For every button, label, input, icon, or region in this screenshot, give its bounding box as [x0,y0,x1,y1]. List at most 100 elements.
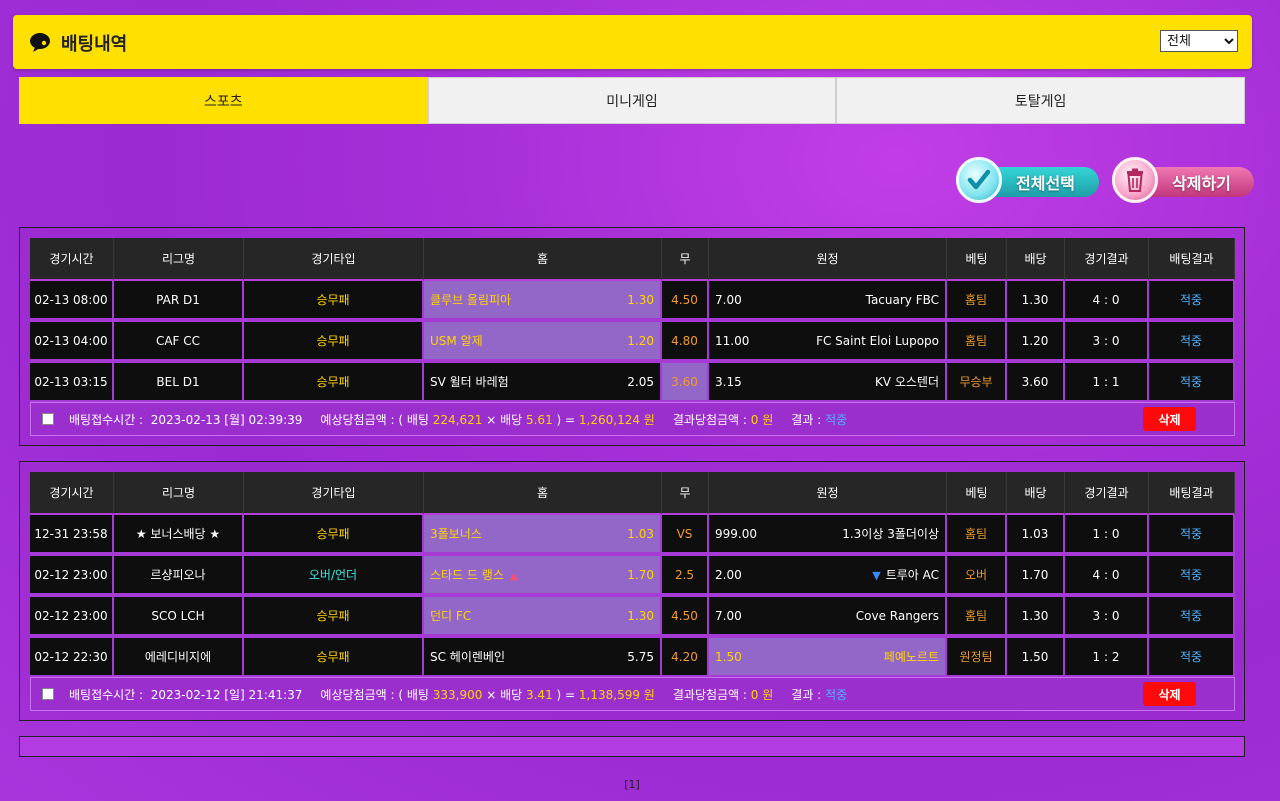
bet-checkbox[interactable] [42,688,54,700]
cell-result: 적중 [1149,515,1235,556]
page-link-1[interactable]: [1] [624,778,640,791]
cell-odds: 1.30 [1007,281,1065,322]
cell-pick: 원정팀 [947,638,1007,679]
home-team: 던디 FC [430,609,472,623]
away-team: 페예노르트 [883,650,939,664]
away-team: Tacuary FBC [865,292,939,307]
cell-draw: 2.5 [662,556,709,597]
cell-type: 승무패 [244,597,424,638]
away-team: FC Saint Eloi Lupopo [816,333,939,348]
cell-type: 승무패 [244,363,424,404]
bet-summary: 배팅접수시간 : 2023-02-13 [월] 02:39:39 예상당첨금액 … [30,402,1235,436]
home-team: 스타드 드 랭스 [430,568,504,582]
cell-type: 승무패 [244,281,424,322]
home-odds: 1.20 [627,333,654,348]
col-pick: 베팅 [947,238,1007,281]
col-away: 원정 [709,472,947,515]
away-odds: 3.15 [715,374,742,389]
cell-time: 12-31 23:58 [30,515,114,556]
cell-league: CAF CC [114,322,244,363]
tab-totalgame[interactable]: 토탈게임 [836,77,1246,124]
col-league: 리그명 [114,238,244,281]
away-team: 트루아 AC [885,568,939,582]
cell-home: USM 알제 1.20 [424,322,662,363]
cell-odds: 1.20 [1007,322,1065,363]
cell-league: SCO LCH [114,597,244,638]
col-type: 경기타입 [244,472,424,515]
cell-score: 1 : 0 [1065,515,1149,556]
cell-type: 승무패 [244,515,424,556]
select-all-button[interactable]: 전체선택 [956,157,1099,203]
filter-select[interactable]: 전체 [1160,30,1238,52]
cell-league: PAR D1 [114,281,244,322]
col-result: 배팅결과 [1149,472,1235,515]
cell-draw: 4.80 [662,322,709,363]
tab-sports[interactable]: 스포츠 [19,77,428,124]
bet-result: 결과 : 적중 [791,687,848,702]
cell-pick: 무승부 [947,363,1007,404]
away-odds: 2.00 [715,567,742,582]
cell-home: 던디 FC 1.30 [424,597,662,638]
bet-slip-1: 경기시간 리그명 경기타입 홈 무 원정 베팅 배당 경기결과 배팅결과 02-… [19,227,1245,446]
col-odds: 배당 [1007,238,1065,281]
table-row: 02-13 08:00 PAR D1 승무패 클루브 올림피아 1.30 4.50… [30,281,1235,322]
away-team: KV 오스텐더 [874,375,939,389]
away-team: 1.3이상 3폴더이상 [842,527,939,541]
cell-away: 2.00 ▼ 트루아 AC [709,556,947,597]
home-team: USM 알제 [430,334,483,348]
col-type: 경기타입 [244,238,424,281]
cell-odds: 3.60 [1007,363,1065,404]
table-header-row: 경기시간 리그명 경기타입 홈 무 원정 베팅 배당 경기결과 배팅결과 [30,472,1235,515]
cell-draw: VS [662,515,709,556]
col-pick: 베팅 [947,472,1007,515]
delete-bet-button[interactable]: 삭제 [1143,407,1196,431]
bet-checkbox[interactable] [42,413,54,425]
cell-pick: 홈팀 [947,597,1007,638]
col-time: 경기시간 [30,472,114,515]
cell-result: 적중 [1149,363,1235,404]
cell-score: 3 : 0 [1065,597,1149,638]
col-draw: 무 [662,238,709,281]
checkmark-icon [956,157,1002,203]
bet-time: 배팅접수시간 : 2023-02-13 [월] 02:39:39 [69,412,303,427]
col-result: 배팅결과 [1149,238,1235,281]
page-title: 배팅내역 [61,34,128,55]
bet-summary: 배팅접수시간 : 2023-02-12 [일] 21:41:37 예상당첨금액 … [30,677,1235,711]
cell-type: 승무패 [244,322,424,363]
result-payout: 결과당첨금액 : 0 원 [672,412,774,427]
pagination: [1] [0,778,1264,791]
cell-away: 3.15 KV 오스텐더 [709,363,947,404]
cell-odds: 1.70 [1007,556,1065,597]
col-score: 경기결과 [1065,238,1149,281]
cell-draw: 4.50 [662,597,709,638]
tab-minigame[interactable]: 미니게임 [427,77,837,124]
bet-table-1: 경기시간 리그명 경기타입 홈 무 원정 베팅 배당 경기결과 배팅결과 02-… [30,238,1235,404]
cell-draw: 4.20 [662,638,709,679]
speech-bubble-icon [30,33,50,52]
table-row: 02-12 23:00 르샹피오나 오버/언더 스타드 드 랭스 ▲ 1.70 2.… [30,556,1235,597]
home-odds: 1.30 [627,292,654,307]
arrow-up-icon: ▲ [509,571,518,582]
home-team: SV 윌터 바레험 [430,375,509,389]
col-home: 홈 [424,472,662,515]
col-draw: 무 [662,472,709,515]
bet-slip-2: 경기시간 리그명 경기타입 홈 무 원정 베팅 배당 경기결과 배팅결과 12-… [19,461,1245,721]
delete-bet-button[interactable]: 삭제 [1143,682,1196,706]
home-odds: 1.03 [627,526,654,541]
cell-score: 1 : 2 [1065,638,1149,679]
cell-result: 적중 [1149,556,1235,597]
cell-draw: 3.60 [662,363,709,404]
away-odds: 7.00 [715,608,742,623]
cell-time: 02-13 03:15 [30,363,114,404]
col-league: 리그명 [114,472,244,515]
home-team: 클루브 올림피아 [430,293,512,307]
bet-time: 배팅접수시간 : 2023-02-12 [일] 21:41:37 [69,687,303,702]
cell-draw: 4.50 [662,281,709,322]
home-odds: 1.70 [627,567,654,582]
arrow-down-icon: ▼ [872,569,881,582]
delete-all-button[interactable]: 삭제하기 [1112,157,1254,203]
away-team: Cove Rangers [855,608,939,623]
cell-time: 02-12 23:00 [30,556,114,597]
empty-bar [19,736,1245,757]
col-odds: 배당 [1007,472,1065,515]
